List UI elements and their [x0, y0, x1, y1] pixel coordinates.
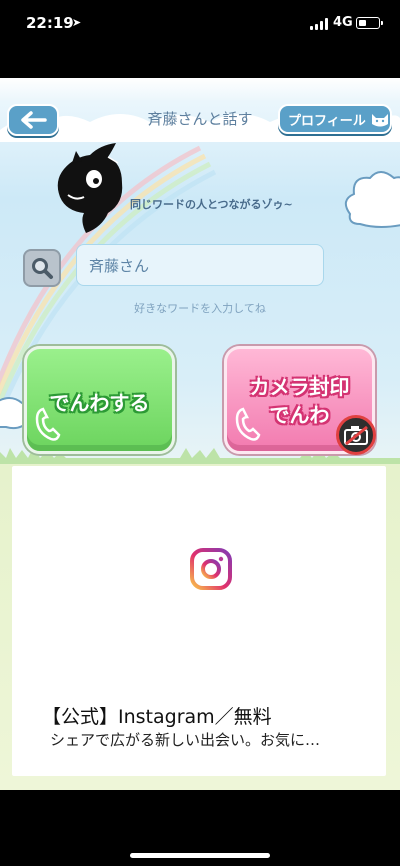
rhino-mascot-icon	[57, 143, 123, 233]
status-bar: 22:19 ➤ 4G	[0, 0, 400, 50]
ad-description: シェアで広がる新しい出会い。お気に…	[50, 731, 321, 749]
phone-icon	[235, 407, 261, 441]
battery-icon	[356, 17, 383, 29]
location-arrow-icon: ➤	[72, 16, 82, 29]
call-button[interactable]: でんわする	[24, 346, 175, 454]
search-input[interactable]	[76, 244, 324, 286]
signal-icon	[310, 18, 328, 30]
cloud-icon	[344, 171, 400, 228]
camera-call-label-line1: カメラ封印	[249, 375, 350, 399]
camera-off-call-button[interactable]: カメラ封印 でんわ	[224, 346, 376, 455]
instagram-icon	[190, 548, 232, 590]
ad-title: 【公式】Instagram／無料	[42, 706, 272, 728]
profile-button[interactable]: プロフィール	[278, 104, 392, 134]
search-button[interactable]	[23, 249, 61, 287]
nav-bar: 斉藤さんと話す プロフィール	[0, 98, 400, 144]
tagline: 同じワードの人とつながるゾゥ~	[130, 198, 293, 211]
network-type: 4G	[333, 15, 353, 30]
status-time: 22:19	[26, 14, 74, 32]
ad-area: 【公式】Instagram／無料 シェアで広がる新しい出会い。お気に…	[0, 464, 400, 790]
ad-card[interactable]: 【公式】Instagram／無料 シェアで広がる新しい出会い。お気に…	[12, 466, 386, 776]
home-indicator[interactable]	[130, 853, 270, 858]
phone-icon	[35, 407, 61, 441]
camera-icon	[344, 425, 368, 446]
camera-off-icon	[336, 415, 376, 455]
cat-icon	[371, 114, 388, 127]
app-screen: 斉藤さんと話す プロフィール 同じワードの人とつながるゾゥ~ 斉藤さん 好きなワ…	[0, 78, 400, 790]
profile-button-label: プロフィール	[288, 113, 366, 129]
app-area: 斉藤さんと話す プロフィール 同じワードの人とつながるゾゥ~ 斉藤さん 好きなワ…	[0, 78, 400, 464]
search-hint: 好きなワードを入力してね	[134, 302, 266, 315]
search-icon	[32, 258, 53, 279]
